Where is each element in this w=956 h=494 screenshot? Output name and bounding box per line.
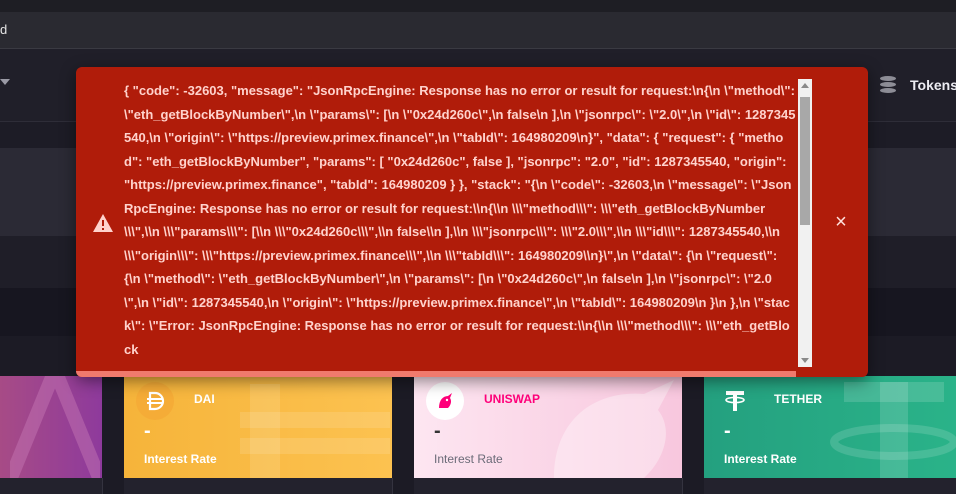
error-message-scrollbar[interactable] — [798, 79, 812, 367]
address-bar[interactable]: d — [0, 12, 956, 49]
token-name: DAI — [194, 392, 215, 406]
interest-rate-label: Interest Rate — [724, 452, 797, 466]
error-message-text: { "code": -32603, "message": "JsonRpcEng… — [124, 83, 796, 357]
token-value: - — [434, 420, 441, 442]
toast-progress-bar — [76, 371, 796, 377]
dai-watermark-icon — [240, 384, 390, 478]
scroll-down-arrow-icon[interactable] — [801, 358, 809, 363]
partial-token-card[interactable] — [0, 376, 102, 478]
scroll-up-arrow-icon[interactable] — [801, 83, 809, 88]
tokens-nav-label: Tokens — [910, 77, 956, 93]
card-watermark-icon — [10, 376, 100, 478]
token-value: - — [144, 420, 151, 442]
address-bar-text[interactable]: d — [0, 22, 7, 37]
card-footer — [704, 478, 956, 494]
browser-tab-strip — [0, 0, 956, 12]
token-name: TETHER — [774, 392, 822, 406]
error-toast: { "code": -32603, "message": "JsonRpcEng… — [76, 67, 868, 377]
tether-icon — [716, 382, 754, 420]
interest-rate-label: Interest Rate — [144, 452, 217, 466]
chevron-down-icon[interactable] — [0, 79, 10, 85]
card-footer — [414, 478, 683, 494]
token-name: UNISWAP — [484, 392, 541, 406]
error-message-scroll-area[interactable]: { "code": -32603, "message": "JsonRpcEng… — [124, 79, 796, 371]
dai-icon — [136, 382, 174, 420]
close-icon[interactable]: × — [832, 212, 850, 232]
interest-rate-label: Interest Rate — [434, 452, 503, 466]
scrollbar-thumb[interactable] — [800, 97, 810, 225]
uniswap-unicorn-icon — [426, 382, 464, 420]
token-value: - — [724, 420, 731, 442]
warning-triangle-icon — [93, 214, 113, 232]
token-card-dai[interactable]: DAI - Interest Rate — [124, 376, 392, 478]
unicorn-watermark-icon — [554, 380, 674, 478]
token-card-tether[interactable]: TETHER - Interest Rate — [704, 376, 956, 478]
tokens-nav-item[interactable]: Tokens — [878, 74, 956, 96]
token-card-uniswap[interactable]: UNISWAP - Interest Rate — [414, 376, 682, 478]
tether-watermark-icon — [830, 382, 956, 478]
card-footer — [124, 478, 393, 494]
card-footer — [0, 478, 103, 494]
coins-stack-icon — [878, 75, 898, 95]
